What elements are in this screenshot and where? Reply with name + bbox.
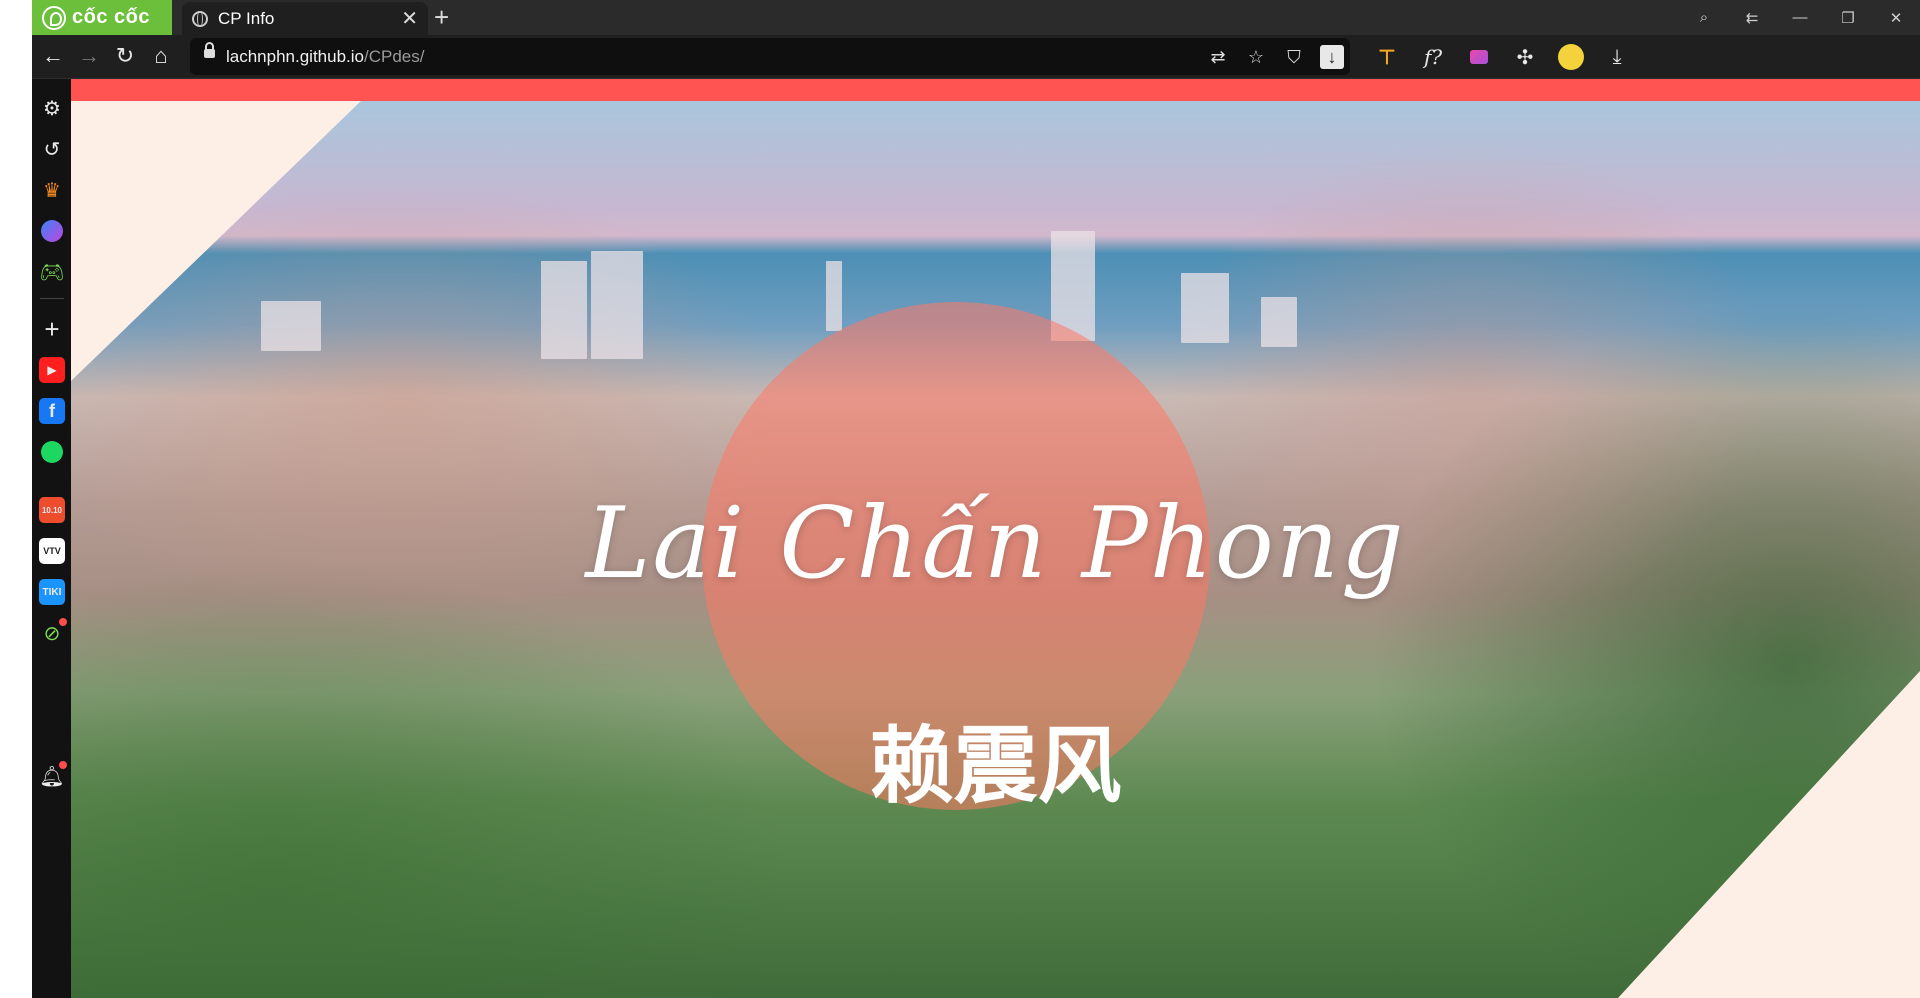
shield-icon[interactable]: ⛉ [1282, 45, 1306, 69]
notification-icon[interactable]: 🔔︎ [39, 761, 67, 789]
home-button[interactable]: ⌂ [146, 41, 176, 71]
coccoc-logo-icon [42, 5, 66, 30]
browser-window: cốc cốc CP Info ✕ + ⌕ ⇇ — ❐ ✕ ← → ↻ ⌂ la… [32, 0, 1920, 998]
translate-icon[interactable]: ⇄ [1206, 45, 1230, 69]
address-bar[interactable]: lachnphn.github.io/CPdes/ ⇄ ☆ ⛉ ↓ [190, 38, 1350, 75]
page-content: Lai Chấn Phong 赖震风 [71, 79, 1920, 998]
notification-badge [59, 761, 67, 769]
page-title: Lai Chấn Phong [585, 487, 1406, 601]
search-tabs-icon[interactable]: ⌕ [1680, 9, 1728, 26]
sidebar: ⚙ ↺ ♛ 🎮︎ + ▶ f 10.10 VTV TIKI ⊘ 🔔︎ [32, 79, 71, 998]
tab-title: CP Info [218, 8, 275, 28]
new-tab-button[interactable]: + [434, 3, 449, 31]
url-text[interactable]: lachnphn.github.io/CPdes/ [226, 38, 425, 75]
profile-icon[interactable] [1554, 40, 1588, 74]
tab-cp-info[interactable]: CP Info ✕ [182, 2, 428, 35]
toolbar: ← → ↻ ⌂ lachnphn.github.io/CPdes/ ⇄ ☆ ⛉ … [32, 35, 1920, 79]
pen-icon[interactable] [1462, 40, 1496, 74]
lock-icon[interactable] [204, 42, 215, 58]
globe-icon [192, 10, 208, 27]
url-host: lachnphn.github.io [226, 47, 365, 66]
building [1181, 273, 1229, 343]
shopee-icon[interactable]: 10.10 [39, 497, 65, 523]
address-bar-actions: ⇄ ☆ ⛉ ↓ [1206, 38, 1344, 75]
vtv-icon[interactable]: VTV [39, 538, 65, 564]
building [591, 251, 643, 359]
page-subtitle: 赖震风 [869, 717, 1122, 815]
messenger-icon[interactable] [39, 218, 65, 244]
shopee-badge: 10.10 [41, 505, 63, 515]
notification-badge [59, 618, 67, 626]
sidebar-divider [40, 298, 64, 299]
close-window-icon[interactable]: ✕ [1872, 9, 1920, 27]
tab-menu-icon[interactable]: ⇇ [1728, 9, 1776, 27]
minimize-icon[interactable]: — [1776, 9, 1824, 26]
accent-strip [71, 79, 1920, 101]
back-button[interactable]: ← [38, 41, 68, 71]
facebook-icon[interactable]: f [39, 398, 65, 424]
building [1261, 297, 1297, 347]
coccoc-map-icon[interactable]: ⊘ [39, 618, 67, 646]
crown-icon[interactable]: ♛ [39, 177, 65, 203]
youtube-icon[interactable]: ▶ [39, 357, 65, 383]
restore-icon[interactable]: ❐ [1824, 9, 1872, 27]
building [261, 301, 321, 351]
settings-icon[interactable]: ⚙ [39, 95, 65, 121]
brand-name: cốc cốc [72, 6, 150, 28]
add-icon[interactable]: + [39, 314, 65, 344]
star-icon[interactable]: ☆ [1244, 45, 1268, 69]
extension-orange-icon[interactable]: ⊤ [1370, 40, 1404, 74]
tiki-icon[interactable]: TIKI [39, 579, 65, 605]
formula-icon[interactable]: f? [1416, 40, 1450, 74]
coccoc-menu-button[interactable]: cốc cốc [32, 0, 172, 35]
spotify-icon[interactable] [39, 439, 65, 465]
history-icon[interactable]: ↺ [39, 136, 65, 162]
vtv-label: VTV [43, 546, 61, 556]
close-tab-icon[interactable]: ✕ [401, 9, 418, 29]
url-path: /CPdes/ [364, 47, 425, 66]
title-bar: cốc cốc CP Info ✕ + ⌕ ⇇ — ❐ ✕ [32, 0, 1920, 35]
avatar [1558, 44, 1584, 70]
reload-button[interactable]: ↻ [110, 41, 140, 71]
pen-glyph [1470, 50, 1488, 64]
downloads-icon[interactable]: ⤓ [1600, 40, 1634, 74]
building [826, 261, 842, 331]
window-controls: ⌕ ⇇ — ❐ ✕ [1680, 0, 1920, 35]
forward-button[interactable]: → [74, 41, 104, 71]
building [541, 261, 587, 359]
download-icon[interactable]: ↓ [1320, 44, 1344, 69]
extensions-area: ⊤ f? ✣ ⤓ [1370, 40, 1634, 74]
puzzle-icon[interactable]: ✣ [1508, 40, 1542, 74]
game-icon[interactable]: 🎮︎ [39, 259, 65, 285]
